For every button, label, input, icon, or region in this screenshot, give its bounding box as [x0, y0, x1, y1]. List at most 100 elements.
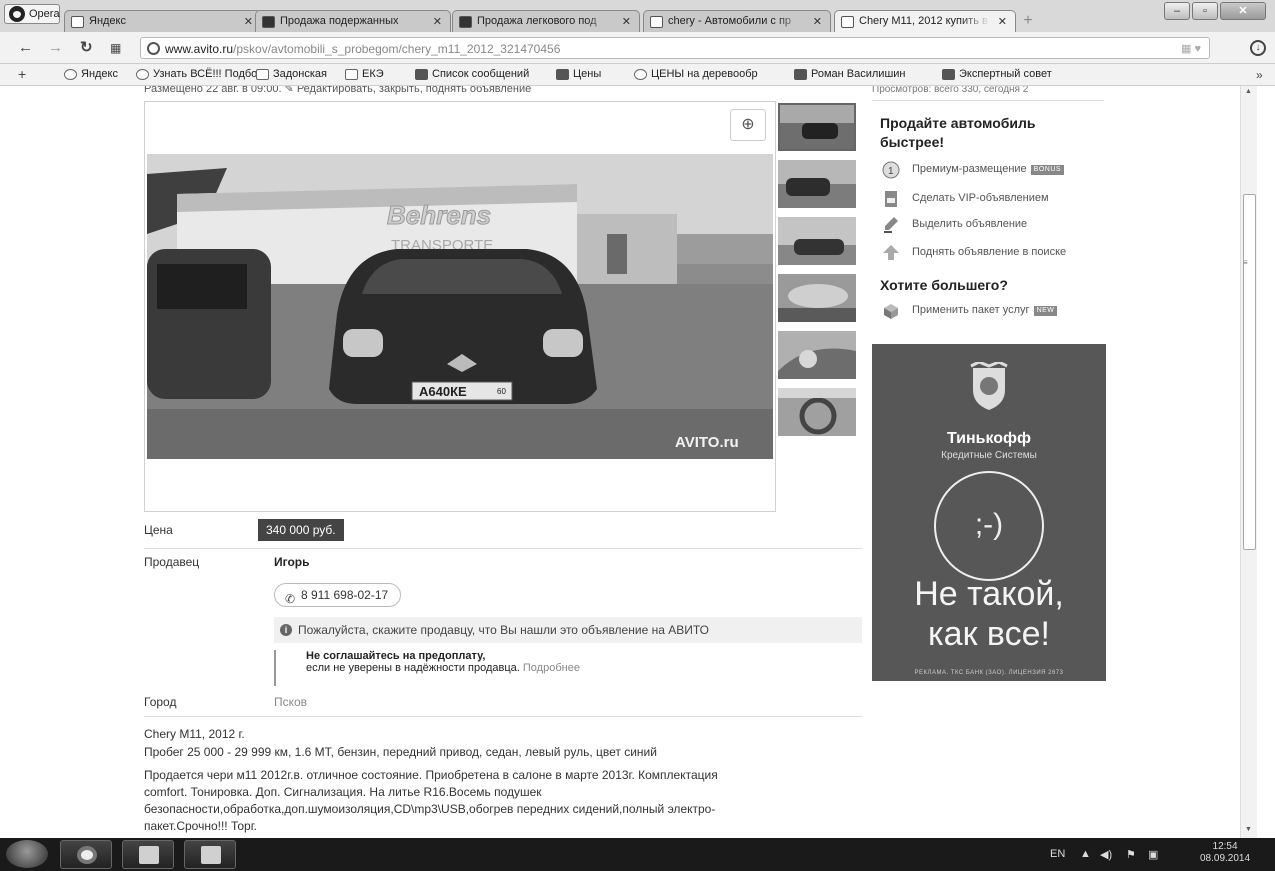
close-window-button[interactable]: ✕: [1220, 2, 1266, 20]
excel-icon: [201, 846, 221, 864]
forward-arrow-icon[interactable]: →: [48, 40, 63, 56]
lift-icon: [883, 245, 899, 260]
yandex-icon: [64, 69, 77, 80]
taskbar-explorer[interactable]: [122, 840, 174, 869]
description-line: безопасности,обработка,доп.шумоизоляция,…: [144, 802, 716, 816]
video-icon: [794, 69, 807, 80]
reload-icon[interactable]: ↻: [80, 40, 93, 56]
taskbar-opera[interactable]: [60, 840, 112, 869]
opera-menu-button[interactable]: Opera: [4, 4, 60, 24]
page-viewport: Размещено 22 авг. в 09:00. ✎ Редактирова…: [0, 86, 1240, 838]
main-car-photo[interactable]: Behrens TRANSPORTE А640КЕ 60 AVITO.ru: [147, 154, 773, 459]
taskbar-excel[interactable]: [184, 840, 236, 869]
photo-thumbnail[interactable]: [778, 217, 856, 265]
divider: [872, 100, 1104, 101]
tab-yandex[interactable]: Яндекс ✕: [64, 10, 262, 32]
make-vip-link[interactable]: Сделать VIP-объявлением: [885, 191, 1049, 207]
folder-icon: [139, 846, 159, 864]
zoom-icon[interactable]: ⊕: [730, 109, 766, 141]
photo-thumbnail[interactable]: [778, 160, 856, 208]
back-arrow-icon[interactable]: ←: [18, 40, 33, 56]
volume-icon[interactable]: ◀): [1100, 848, 1112, 861]
speed-dial-icon[interactable]: ▦: [110, 40, 121, 56]
tab-used-cars[interactable]: Продажа подержанных ✕: [255, 10, 451, 32]
tab-car-sale[interactable]: Продажа легкового под ✕: [452, 10, 640, 32]
close-tab-icon[interactable]: ✕: [244, 15, 253, 28]
bookmark-messages[interactable]: Список сообщений: [415, 68, 529, 80]
phone-icon: ✆: [285, 592, 296, 606]
new-badge: NEW: [1033, 306, 1058, 316]
tinkoff-ad-banner[interactable]: Тинькофф Кредитные Системы ;-) Не такой,…: [872, 344, 1106, 681]
start-button[interactable]: [6, 840, 48, 868]
close-tab-icon[interactable]: ✕: [622, 15, 631, 28]
photo-thumbnail[interactable]: [778, 103, 856, 151]
specs-line: Пробег 25 000 - 29 999 км, 1.6 MT, бензи…: [144, 745, 657, 759]
ad-brand-sub: Кредитные Системы: [941, 450, 1037, 461]
tab-chery-m11[interactable]: Chery M11, 2012 купить в ✕: [834, 10, 1016, 32]
document-icon: [556, 69, 569, 80]
city-value[interactable]: Псков: [274, 695, 307, 709]
bookmarks-overflow-icon[interactable]: »: [1256, 67, 1263, 83]
car-favicon-icon: [262, 16, 275, 28]
seller-label: Продавец: [144, 555, 200, 569]
globe-icon: [147, 42, 160, 55]
photo-thumbnail[interactable]: [778, 388, 856, 436]
description-line: comfort. Тонировка. Доп. Сигнализация. Н…: [144, 785, 542, 799]
new-tab-icon[interactable]: +: [1018, 13, 1038, 30]
site-icon: [256, 69, 269, 80]
tray-expand-icon[interactable]: ▲: [1080, 848, 1091, 860]
chart-icon: [415, 69, 428, 80]
heart-icon[interactable]: ▦ ♥: [1181, 42, 1201, 55]
description-line: Продается чери м11 2012г.в. отличное сос…: [144, 768, 718, 782]
download-icon[interactable]: ↓: [1250, 40, 1266, 56]
ad-slogan: Не такой, как все!: [914, 575, 1064, 653]
close-tab-icon[interactable]: ✕: [433, 15, 442, 28]
network-icon[interactable]: ▣: [1148, 848, 1158, 861]
seller-name[interactable]: Игорь: [274, 555, 310, 569]
prepayment-warning: Не соглашайтесь на предоплату, если не у…: [274, 650, 580, 686]
opera-logo-icon: [9, 6, 25, 22]
photo-thumbnail[interactable]: [778, 274, 856, 322]
document-icon: [942, 69, 955, 80]
bookmark-expert-council[interactable]: Экспертный совет: [942, 68, 1052, 80]
opera-icon: [77, 846, 97, 864]
bookmark-prices[interactable]: Цены: [556, 68, 601, 80]
vip-icon: [885, 191, 897, 207]
sell-faster-title: Продайте автомобиль быстрее!: [880, 115, 1036, 150]
bookmark-eke[interactable]: ЕКЭ: [345, 68, 384, 80]
photo-viewer: ⊕ Behrens TRANSPORTE А640КЕ 60 AVITO.ru: [144, 101, 776, 512]
bookmark-zadonskaya[interactable]: Задонская: [256, 68, 327, 80]
want-more-title: Хотите большего?: [880, 277, 1008, 293]
avito-notice: i Пожалуйста, скажите продавцу, что Вы н…: [274, 617, 862, 643]
close-tab-icon[interactable]: ✕: [998, 15, 1007, 28]
more-link[interactable]: Подробнее: [523, 662, 580, 674]
maximize-window-button[interactable]: ▫: [1192, 2, 1218, 20]
vertical-scrollbar[interactable]: ▲ ≡ ▼: [1240, 86, 1257, 838]
language-indicator[interactable]: EN: [1050, 848, 1065, 860]
premium-placement-link[interactable]: 1 Премиум-размещение BONUS: [882, 161, 1065, 179]
highlight-listing-link[interactable]: Выделить объявление: [884, 217, 1027, 233]
description-line: пакет.Срочно!!! Торг.: [144, 819, 257, 833]
scroll-up-icon[interactable]: ▲: [1245, 88, 1252, 95]
photo-thumbnail[interactable]: [778, 331, 856, 379]
scrollbar-thumb[interactable]: [1243, 194, 1256, 550]
bookmark-roman[interactable]: Роман Василишин: [794, 68, 906, 80]
minimize-window-button[interactable]: –: [1164, 2, 1190, 20]
site-icon: [136, 69, 149, 80]
flag-icon[interactable]: ⚑: [1126, 848, 1136, 861]
bookmark-wood-prices[interactable]: ЦЕНЫ на деревообр: [634, 68, 758, 80]
info-icon: i: [280, 624, 292, 636]
bookmark-yandex[interactable]: Яндекс: [64, 68, 118, 80]
lift-listing-link[interactable]: Поднять объявление в поиске: [883, 245, 1066, 260]
url-field[interactable]: www.avito.ru/pskov/avtomobili_s_probegom…: [140, 37, 1210, 59]
model-line[interactable]: Chery M11, 2012 г.: [144, 727, 245, 741]
show-phone-button[interactable]: ✆ 8 911 698-02-17: [274, 583, 402, 607]
svg-text:1: 1: [888, 166, 894, 177]
scroll-down-icon[interactable]: ▼: [1245, 826, 1252, 833]
bookmark-uznat[interactable]: Узнать ВСЁ!!! Подбо: [136, 68, 257, 80]
apply-package-link[interactable]: Применить пакет услуг NEW: [884, 304, 1058, 319]
tab-chery-search[interactable]: chery - Автомобили с пр ✕: [643, 10, 831, 32]
add-bookmark-icon[interactable]: +: [18, 66, 26, 82]
system-clock[interactable]: 12:54 08.09.2014: [1200, 841, 1250, 865]
close-tab-icon[interactable]: ✕: [813, 15, 822, 28]
